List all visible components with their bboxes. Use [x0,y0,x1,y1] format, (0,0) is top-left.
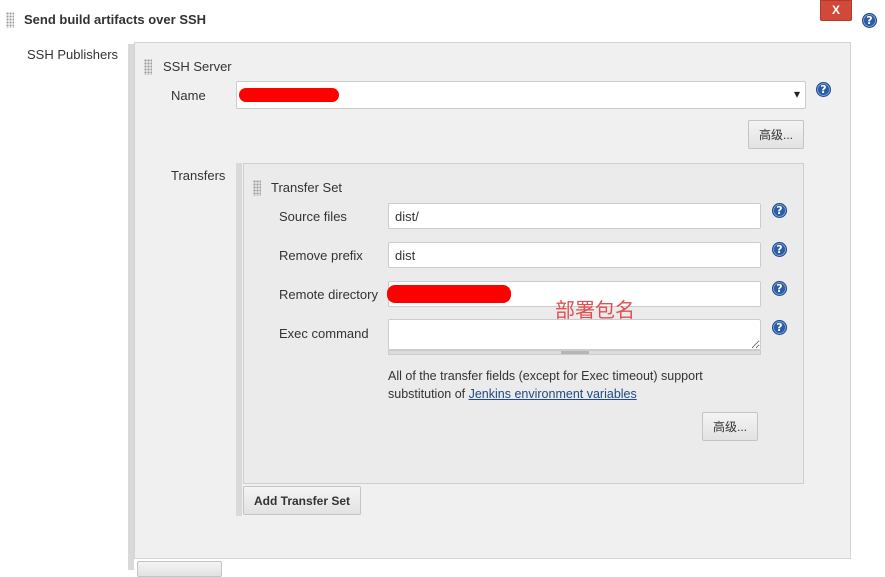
transfer-set-title: Transfer Set [271,180,343,195]
drag-handle-icon[interactable] [253,180,261,196]
help-icon[interactable]: ? [862,13,877,28]
section-title: Send build artifacts over SSH [24,12,207,27]
delete-button[interactable]: X [820,0,852,21]
name-label: Name [171,88,206,103]
redacted-remote-directory [387,285,511,303]
transfers-label: Transfers [171,168,226,183]
exec-command-label: Exec command [279,326,369,341]
server-advanced-button[interactable]: 高级... [748,120,804,149]
ssh-publishers-label: SSH Publishers [27,47,119,62]
help-icon[interactable]: ? [772,203,787,218]
help-icon[interactable]: ? [772,320,787,335]
drag-handle-icon[interactable] [6,12,14,28]
chevron-down-icon: ▾ [793,87,800,101]
delete-button-label: X [831,3,840,17]
remove-prefix-input[interactable] [388,242,761,268]
bottom-button[interactable] [137,561,222,577]
help-icon[interactable]: ? [816,82,831,97]
remote-directory-label: Remote directory [279,287,378,302]
source-files-label: Source files [279,209,347,224]
redacted-name [239,88,339,102]
name-select[interactable]: ▾ [236,81,806,109]
exec-command-input[interactable] [388,319,761,350]
add-transfer-set-button[interactable]: Add Transfer Set [243,486,361,515]
help-icon[interactable]: ? [772,281,787,296]
ssh-server-title: SSH Server [163,59,232,74]
env-vars-note: All of the transfer fields (except for E… [388,367,748,403]
jenkins-env-vars-link[interactable]: Jenkins environment variables [469,387,637,401]
help-icon[interactable]: ? [772,242,787,257]
textarea-resize-bar[interactable] [388,350,761,355]
transfers-bar [236,163,242,516]
drag-handle-icon[interactable] [144,59,152,75]
transfer-advanced-button[interactable]: 高级... [702,412,758,441]
source-files-input[interactable] [388,203,761,229]
remove-prefix-label: Remove prefix [279,248,363,263]
